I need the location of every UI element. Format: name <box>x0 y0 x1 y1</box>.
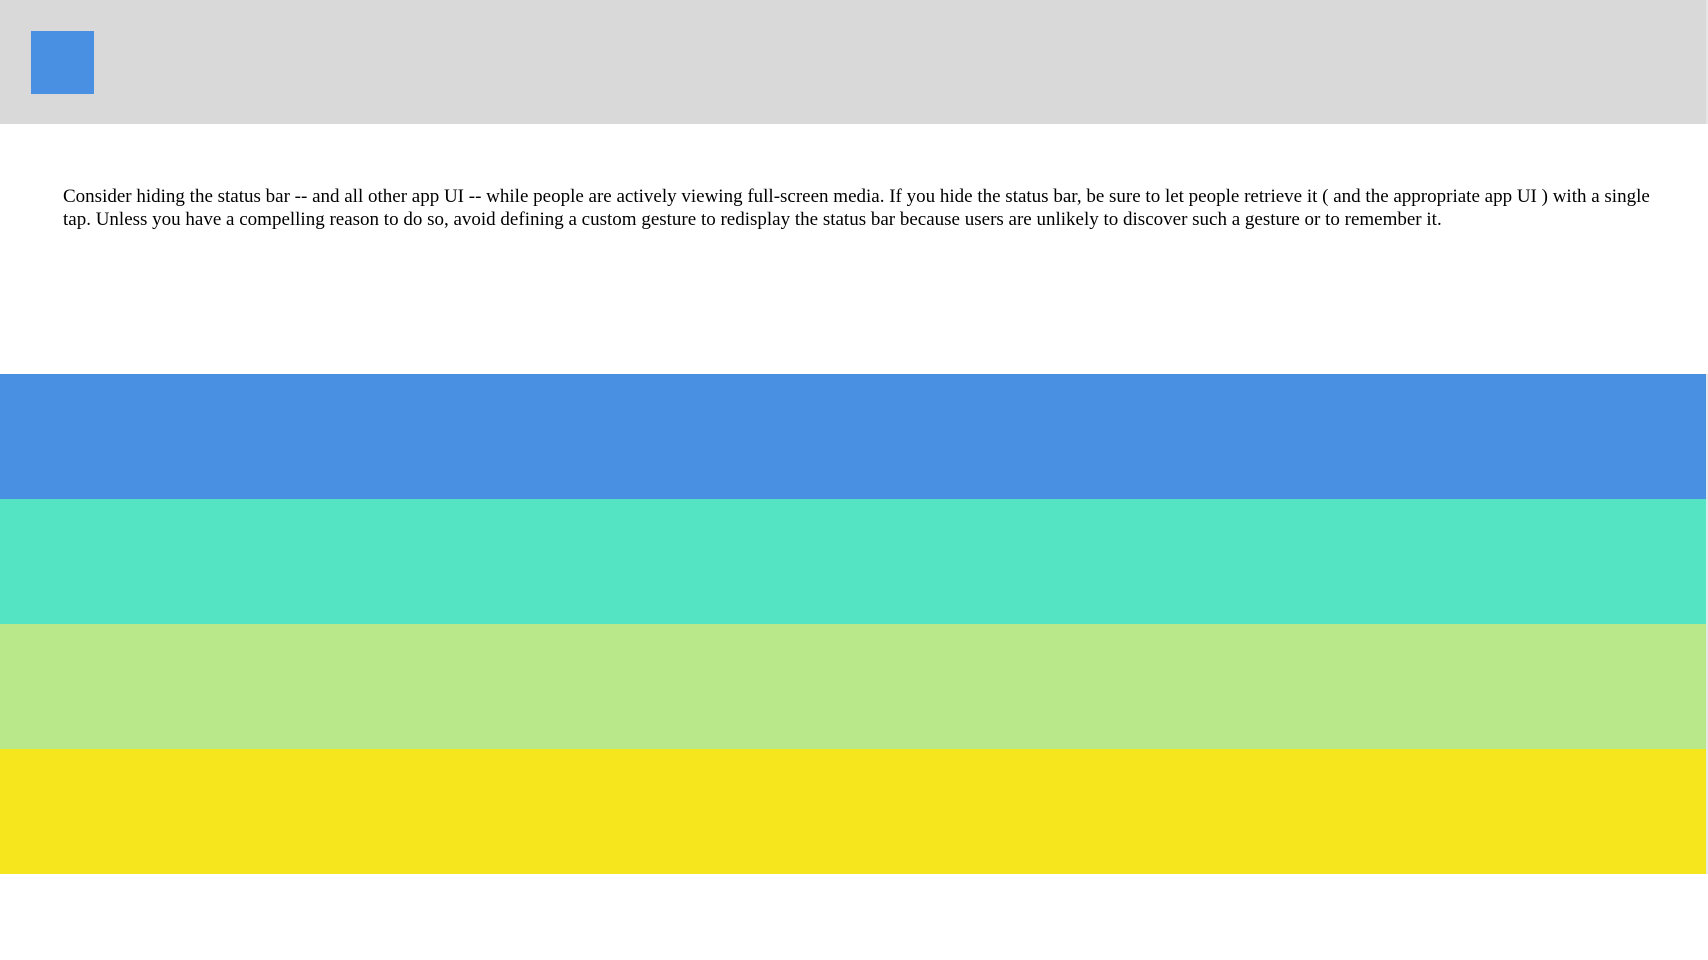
status-bar-guidance-text: Consider hiding the status bar -- and al… <box>63 186 1650 230</box>
color-bands <box>0 374 1708 874</box>
color-band-light-green <box>0 624 1706 749</box>
color-band-teal <box>0 499 1706 624</box>
color-band-yellow <box>0 749 1706 874</box>
color-band-blue <box>0 374 1706 499</box>
app-icon[interactable] <box>31 31 94 94</box>
header-bar <box>0 0 1708 124</box>
